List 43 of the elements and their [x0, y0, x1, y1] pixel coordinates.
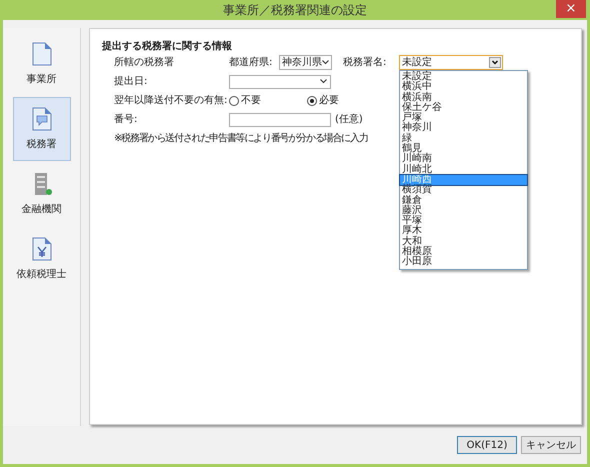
dropdown-option[interactable]: 緑: [400, 134, 527, 144]
prefecture-dropdown[interactable]: 神奈川県: [279, 55, 332, 70]
radio-button[interactable]: [307, 96, 317, 106]
field-label: 税務署名:: [343, 56, 388, 70]
caret-icon: [320, 79, 327, 84]
yen-document-icon: [32, 236, 52, 260]
field-label: 都道府県:: [229, 56, 274, 70]
sidebar-item[interactable]: 事業所: [12, 32, 70, 96]
dialog-button[interactable]: キャンセル: [521, 436, 581, 454]
dropdown-option[interactable]: 川崎南: [400, 154, 527, 165]
close-button[interactable]: ×: [556, 0, 586, 18]
document-icon: [32, 42, 52, 66]
dropdown-option[interactable]: 相模原: [400, 247, 527, 258]
office-dropdown[interactable]: 未設定: [399, 55, 503, 70]
dialog-button[interactable]: OK(F12): [457, 436, 517, 454]
dropdown-option[interactable]: 厚木: [400, 226, 527, 237]
dropdown-option[interactable]: 藤沢: [400, 206, 527, 216]
radio-option[interactable]: 不要: [229, 93, 307, 108]
dropdown-option[interactable]: 川崎北: [400, 164, 527, 175]
section-heading: 提出する税務署に関する情報: [102, 40, 233, 53]
dropdown-option[interactable]: 保土ケ谷: [400, 102, 527, 114]
message-document-icon: [32, 106, 52, 130]
sidebar-item[interactable]: 金融機関: [12, 162, 70, 226]
number-field[interactable]: [229, 112, 331, 126]
dropdown-option[interactable]: 横浜南: [400, 92, 527, 103]
radio-option[interactable]: 必要: [307, 93, 339, 108]
field-label: 所轄の税務署: [114, 56, 175, 70]
sidebar-item[interactable]: 税務署: [12, 97, 70, 161]
sidebar-item[interactable]: 依頼税理士: [12, 227, 70, 291]
optional-hint: (任意): [335, 112, 363, 127]
dropdown-option[interactable]: 横浜中: [400, 82, 527, 93]
caret-icon: [489, 57, 501, 68]
dropdown-option[interactable]: 平塚: [400, 216, 527, 226]
note-text: ※税務署から送付された申告書等により番号が分かる場合に入力: [114, 132, 368, 146]
window-title: 事業所／税務署関連の設定: [223, 2, 367, 19]
dropdown-option[interactable]: 鎌倉: [400, 196, 527, 206]
field-label: 翌年以降送付不要の有無:: [114, 94, 228, 108]
field-label: 提出日:: [114, 74, 148, 89]
radio-button[interactable]: [229, 96, 239, 106]
dropdown-option[interactable]: 小田原: [400, 257, 527, 268]
caret-icon: [322, 60, 329, 65]
field-label: 番号:: [114, 112, 138, 127]
dropdown-option[interactable]: 神奈川: [400, 123, 527, 134]
